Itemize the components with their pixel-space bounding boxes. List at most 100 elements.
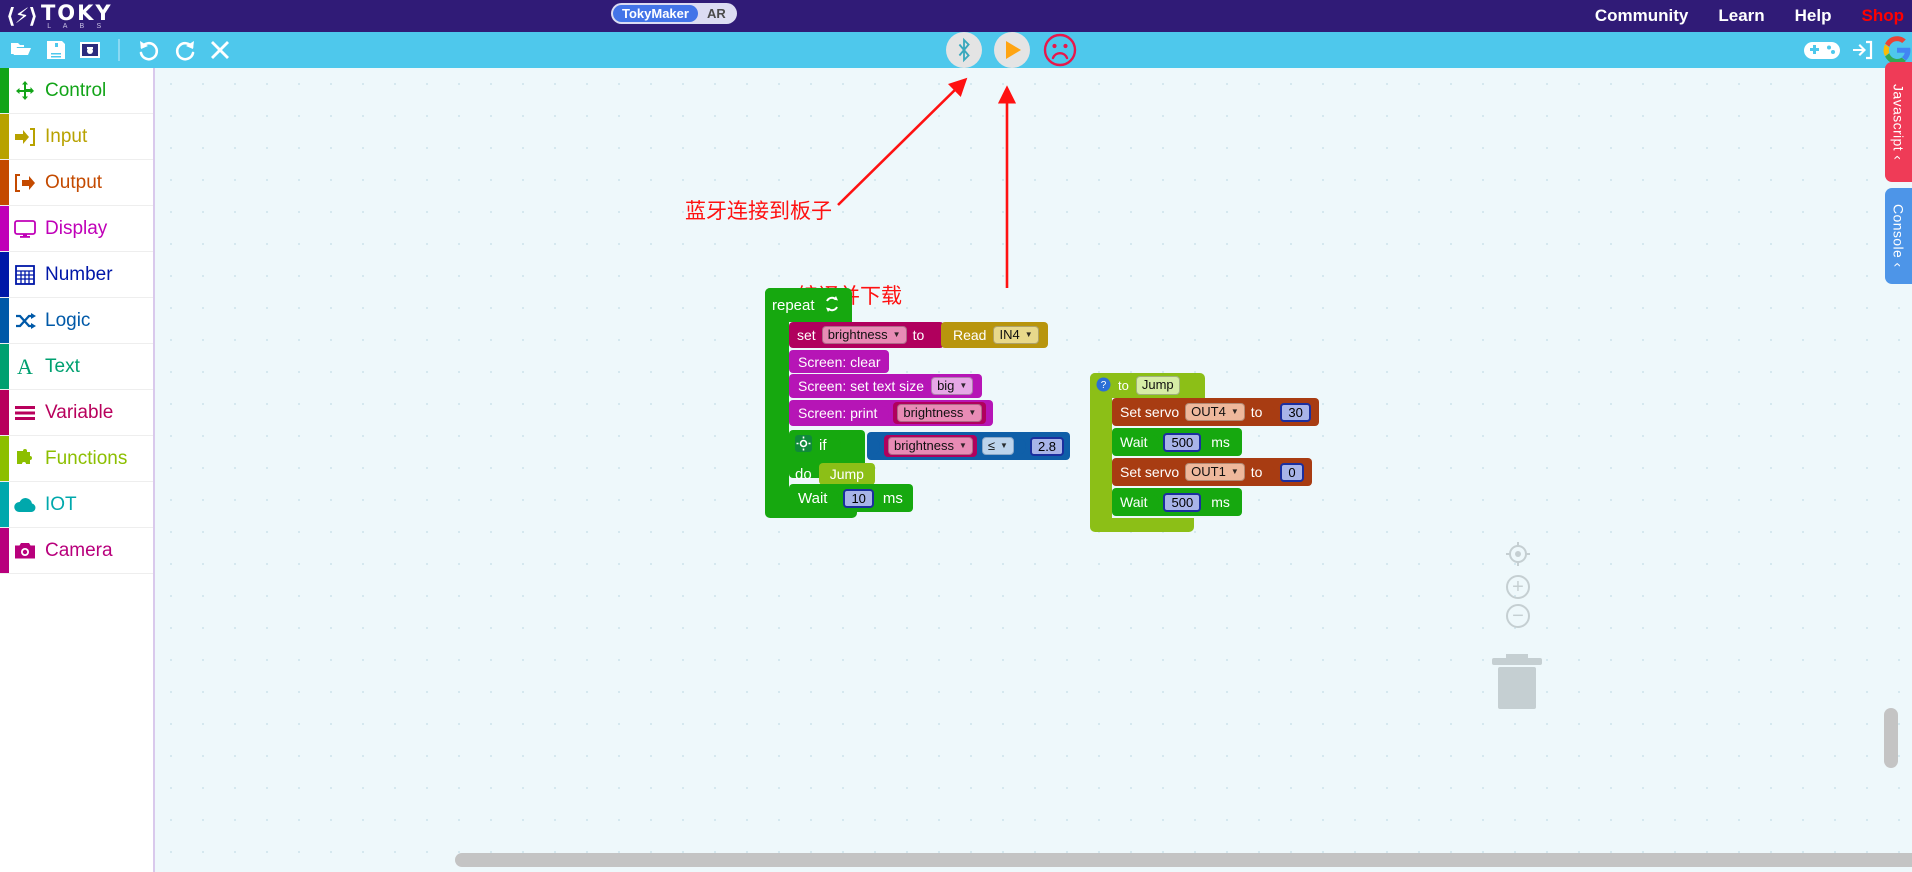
horizontal-scrollbar[interactable] xyxy=(455,853,1912,867)
sidebar-item-text[interactable]: A Text xyxy=(0,344,153,390)
set-keyword: set xyxy=(797,327,816,343)
monitor-icon xyxy=(12,219,38,238)
category-color-swatch xyxy=(0,252,9,297)
sidebar-item-control[interactable]: Control xyxy=(0,68,153,114)
number-input-threshold[interactable]: 2.8 xyxy=(1029,436,1065,456)
input-connector xyxy=(1268,464,1276,480)
mode-toggle-ar[interactable]: AR xyxy=(698,5,735,22)
cloud-icon xyxy=(12,497,38,513)
sidebar-item-label: Control xyxy=(45,79,107,101)
tab-console[interactable]: Console ‹ xyxy=(1885,188,1912,284)
category-color-swatch xyxy=(0,68,9,113)
servo-pin-dropdown[interactable]: OUT4 ▼ xyxy=(1185,402,1245,422)
brand-logo[interactable]: ⟨⚡⟩ TOKY L A B S xyxy=(6,0,113,32)
settings-gear-icon[interactable] xyxy=(795,435,812,455)
function-name-field[interactable]: Jump xyxy=(1135,376,1180,395)
screenshot-icon[interactable] xyxy=(78,38,102,62)
sidebar-item-functions[interactable]: Functions xyxy=(0,436,153,482)
operator-dropdown[interactable]: ≤ ▼ xyxy=(981,436,1014,456)
blockly-workspace[interactable]: 蓝牙连接到板子 编译并下载 repeat set brightness▼ to … xyxy=(155,68,1912,872)
sidebar-item-camera[interactable]: Camera xyxy=(0,528,153,574)
block-set-servo-2[interactable]: Set servo OUT1 ▼ to 0 xyxy=(1112,458,1312,486)
wait-keyword: Wait xyxy=(798,489,828,507)
input-connector xyxy=(833,437,841,453)
gamepad-button[interactable] xyxy=(1802,37,1842,63)
variable-dropdown[interactable]: brightness ▼ xyxy=(821,325,907,345)
open-file-icon[interactable] xyxy=(8,38,34,62)
mode-toggle-tokymaker[interactable]: TokyMaker xyxy=(613,5,698,22)
sidebar-item-iot[interactable]: IOT xyxy=(0,482,153,528)
annotation-arrows xyxy=(837,77,1017,288)
undo-icon[interactable] xyxy=(136,38,162,62)
bolt-logo-icon: ⟨⚡⟩ xyxy=(6,3,38,28)
block-call-function[interactable]: Jump xyxy=(818,463,875,485)
tab-javascript[interactable]: Javascript ‹ xyxy=(1885,62,1912,182)
category-color-swatch xyxy=(0,390,9,435)
pin-dropdown[interactable]: IN4 ▼ xyxy=(993,325,1039,345)
question-mark-icon[interactable]: ? xyxy=(1096,377,1111,395)
google-account-avatar[interactable] xyxy=(1882,35,1912,65)
block-set-variable[interactable]: set brightness ▼ to xyxy=(789,322,945,348)
number-input-servo-angle[interactable]: 0 xyxy=(1280,462,1304,482)
number-input-servo-angle[interactable]: 30 xyxy=(1280,402,1311,422)
mode-toggle[interactable]: TokyMaker AR xyxy=(611,3,737,24)
function-header[interactable]: ? to Jump xyxy=(1090,373,1205,398)
block-screen-text-size[interactable]: Screen: set text size big ▼ xyxy=(789,374,983,398)
sidebar-item-number[interactable]: Number xyxy=(0,252,153,298)
variable-getter-block[interactable]: brightness ▼ xyxy=(884,434,977,458)
to-keyword: to xyxy=(1118,378,1129,393)
run-button[interactable] xyxy=(994,32,1030,68)
nav-learn[interactable]: Learn xyxy=(1718,6,1764,26)
zoom-out-button[interactable]: − xyxy=(1506,604,1530,628)
set-servo-keyword: Set servo xyxy=(1120,464,1180,480)
zoom-in-button[interactable]: + xyxy=(1506,575,1530,599)
block-screen-print[interactable]: Screen: print brightness ▼ xyxy=(789,400,994,426)
block-read-pin[interactable]: Read IN4 ▼ xyxy=(941,322,1048,348)
redo-icon[interactable] xyxy=(172,38,198,62)
block-set-servo-1[interactable]: Set servo OUT4 ▼ to 30 xyxy=(1112,398,1319,426)
nav-help[interactable]: Help xyxy=(1795,6,1832,26)
number-input-wait[interactable]: 500 xyxy=(1163,492,1202,512)
operator-value: ≤ xyxy=(987,437,996,453)
variable-dropdown[interactable]: brightness ▼ xyxy=(888,436,973,456)
sidebar-item-output[interactable]: Output xyxy=(0,160,153,206)
save-file-icon[interactable] xyxy=(44,38,68,62)
vertical-scrollbar[interactable] xyxy=(1884,708,1898,768)
annotation-bluetooth-connect: 蓝牙连接到板子 xyxy=(685,199,832,223)
number-input-wait[interactable]: 500 xyxy=(1163,432,1202,452)
bluetooth-button[interactable] xyxy=(946,32,982,68)
to-keyword: to xyxy=(1250,464,1263,480)
sidebar-item-display[interactable]: Display xyxy=(0,206,153,252)
grid-calculator-icon xyxy=(12,264,38,285)
status-sad-button[interactable] xyxy=(1042,32,1078,68)
text-size-dropdown[interactable]: big ▼ xyxy=(931,376,974,396)
category-color-swatch xyxy=(0,482,9,527)
nav-shop[interactable]: Shop xyxy=(1862,6,1905,26)
sidebar-item-input[interactable]: Input xyxy=(0,114,153,160)
center-workspace-button[interactable] xyxy=(1505,541,1531,567)
sidebar-item-logic[interactable]: Logic xyxy=(0,298,153,344)
trash-can-button[interactable] xyxy=(1488,648,1546,715)
number-input-wait[interactable]: 10 xyxy=(843,488,874,508)
variable-getter-block[interactable]: brightness ▼ xyxy=(893,401,987,425)
servo-pin-dropdown[interactable]: OUT1 ▼ xyxy=(1185,462,1245,482)
chevron-down-icon: ▼ xyxy=(1000,441,1008,451)
block-wait[interactable]: Wait 10 ms xyxy=(789,484,913,512)
block-screen-clear[interactable]: Screen: clear xyxy=(789,350,890,373)
delete-all-icon[interactable] xyxy=(208,38,232,62)
input-connector xyxy=(1018,438,1026,454)
puzzle-piece-icon xyxy=(12,448,38,469)
block-wait-2[interactable]: Wait 500 ms xyxy=(1112,488,1242,516)
wait-unit: ms xyxy=(1211,434,1230,450)
screen-print-label: Screen: print xyxy=(798,405,878,421)
function-name: Jump xyxy=(1141,377,1174,393)
variable-dropdown[interactable]: brightness ▼ xyxy=(897,403,983,423)
servo-pin: OUT1 xyxy=(1191,463,1226,479)
login-button[interactable] xyxy=(1850,38,1874,62)
repeat-block-header[interactable]: repeat xyxy=(765,288,852,322)
letter-a-icon: A xyxy=(17,353,33,379)
block-wait-1[interactable]: Wait 500 ms xyxy=(1112,428,1242,456)
nav-community[interactable]: Community xyxy=(1595,6,1689,26)
sidebar-item-variable[interactable]: Variable xyxy=(0,390,153,436)
block-comparison[interactable]: brightness ▼ ≤ ▼ 2.8 xyxy=(867,432,1071,460)
